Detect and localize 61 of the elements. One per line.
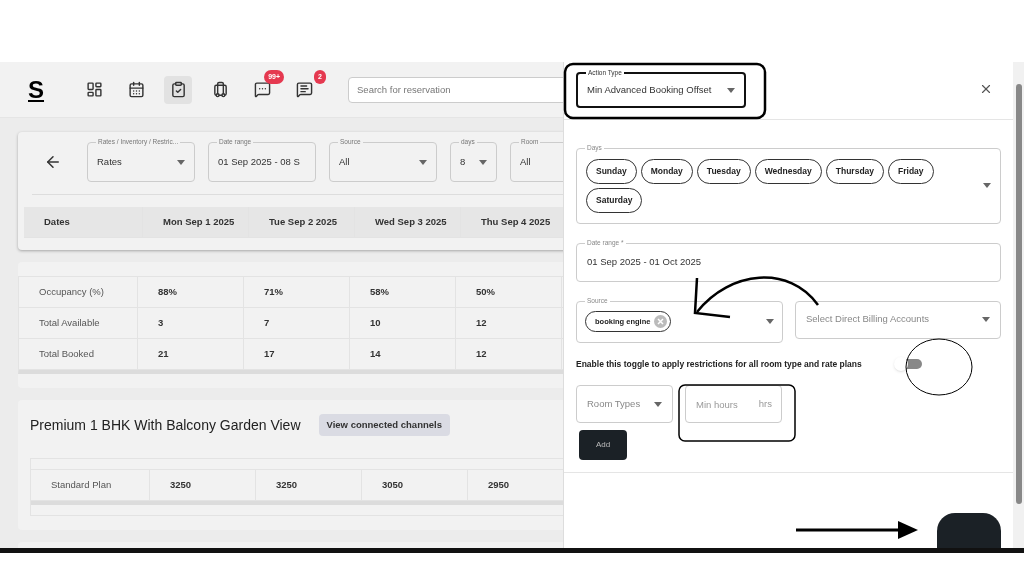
field-value: Min Advanced Booking Offset [587,82,712,97]
field-value: All [520,154,532,169]
table-cell: 3 [138,308,244,338]
table-cell: Total Available [19,308,138,338]
table-cell: Occupancy (%) [19,277,138,307]
search-field[interactable]: Search for reservation [348,76,563,103]
clipboard-icon [169,81,187,98]
field-value: 01 Sep 2025 - 08 S [218,154,301,169]
table-cell: 12 [456,308,562,338]
caret-icon [419,159,427,165]
table-cell: 7 [244,308,350,338]
caret-icon [983,183,991,189]
table-cell: Standard Plan [31,470,150,501]
table-cell: Total Booked [19,339,138,369]
caret-icon [479,159,487,165]
luggage-icon [211,81,229,98]
table-cell: 71% [244,277,350,307]
caret-icon [177,159,185,165]
nav-icon-button[interactable] [164,75,192,104]
table-cell: 3050 [362,470,468,501]
table-cell: 88% [138,277,244,307]
add-button[interactable]: Add [579,430,627,461]
table-cell: 14 [350,339,456,369]
annotation-circle [905,338,973,396]
caret-icon [982,317,990,322]
caret-icon [727,87,735,93]
table-cell: 3250 [150,470,256,501]
close-icon[interactable] [979,82,993,96]
placeholder-text: Room Types [587,397,641,412]
view-channels-button[interactable]: View connected channels [318,414,450,437]
table-cell: 50% [456,277,562,307]
column-header: Mon Sep 1 2025 [143,207,249,237]
logo: S [28,74,44,105]
unit-text: hrs [758,397,772,412]
calendar-icon [127,81,145,98]
toggle-switch[interactable] [895,358,922,369]
room-types-select[interactable]: Room Types [576,385,673,424]
caret-icon [654,401,662,407]
chat-icon [253,81,271,98]
toggle-label: Enable this toggle to apply restrictions for all room type and rate plans [576,357,862,371]
column-header: Tue Sep 2 2025 [249,207,355,237]
column-header: Dates [24,207,143,237]
field-value: All [339,154,351,169]
table-cell: 17 [244,339,350,369]
table-cell: 3250 [256,470,362,501]
action-button[interactable] [937,513,1001,548]
billing-select[interactable]: Select Direct Billing Accounts [795,300,1001,339]
field-value: Rates [97,154,123,169]
placeholder-text: Select Direct Billing Accounts [806,312,930,327]
column-header: Wed Sep 3 2025 [355,207,461,237]
table-cell: 12 [456,339,562,369]
field-value: 8 [460,154,467,169]
dashboard-icon [85,81,103,98]
room-title: Premium 1 BHK With Balcony Garden View [30,415,301,435]
table-cell: 21 [138,339,244,369]
field-value: 01 Sep 2025 - 01 Oct 2025 [587,254,702,269]
table-cell: 58% [350,277,456,307]
message-icon [295,81,313,98]
back-icon[interactable] [44,153,62,171]
table-cell: 10 [350,308,456,338]
caret-icon [766,319,774,324]
